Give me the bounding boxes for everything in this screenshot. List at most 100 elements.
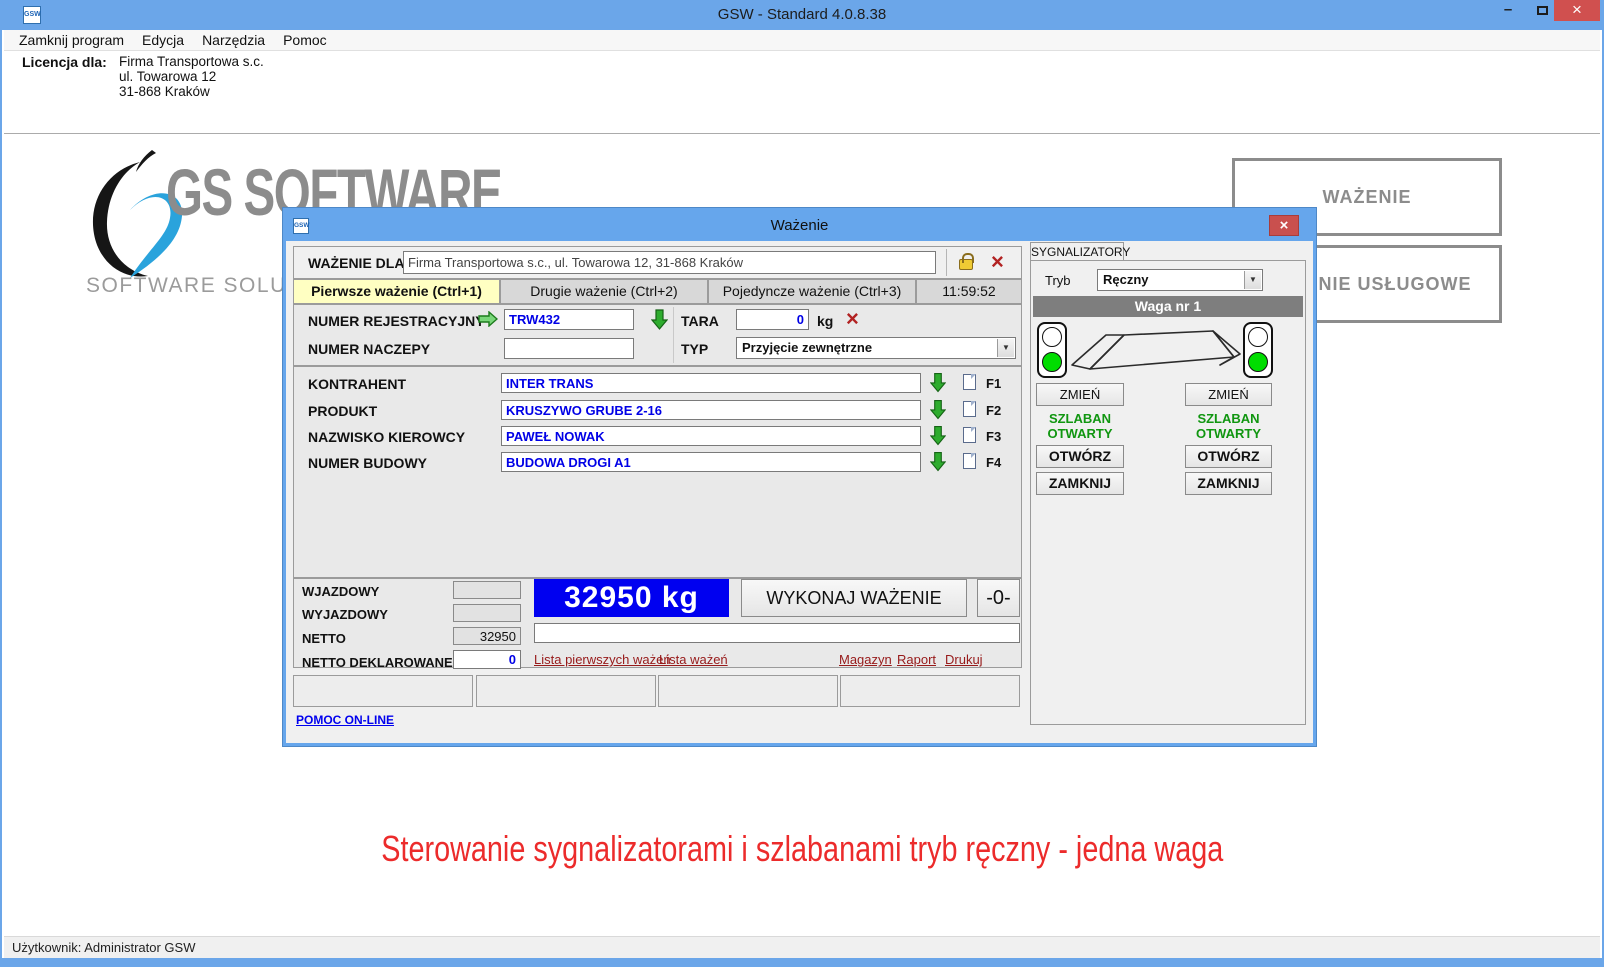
wyjazdowy-label: WYJAZDOWY: [302, 607, 388, 622]
wazenie-dla-label: WAŻENIE DLA: [308, 255, 404, 271]
typ-select[interactable]: Przyjęcie zewnętrzne ▼: [736, 337, 1016, 359]
tab-pierwsze-wazenie[interactable]: Pierwsze ważenie (Ctrl+1): [293, 279, 500, 304]
dialog-title-bar: GSW Ważenie ×: [286, 211, 1313, 241]
tab-drugie-wazenie[interactable]: Drugie ważenie (Ctrl+2): [500, 279, 708, 304]
wykonaj-wazenie-button[interactable]: WYKONAJ WAŻENIE: [741, 579, 967, 617]
weight-display: 32950 kg: [534, 579, 729, 617]
kontrahent-input[interactable]: [501, 373, 921, 393]
clock-display: 11:59:52: [916, 279, 1022, 304]
license-line-3: 31-868 Kraków: [119, 84, 264, 99]
tryb-label: Tryb: [1045, 273, 1071, 288]
title-bar: GSW GSW - Standard 4.0.8.38 – ×: [2, 0, 1602, 30]
arrow-right-icon: [478, 311, 498, 327]
magazyn-link[interactable]: Magazyn: [839, 652, 892, 667]
tara-unit: kg: [817, 313, 833, 329]
numer-budowy-input[interactable]: [501, 452, 921, 472]
wazenie-dla-input[interactable]: [403, 251, 936, 274]
numer-rejestracyjny-input[interactable]: [504, 309, 634, 330]
arrow-down-icon[interactable]: [930, 372, 946, 393]
otworz-button-left[interactable]: OTWÓRZ: [1036, 445, 1124, 468]
lista-pierwszych-wazen-link[interactable]: Lista pierwszych ważeń: [534, 652, 671, 667]
szlaban-status-line2: OTWARTY: [1185, 426, 1272, 441]
zamknij-button-right[interactable]: ZAMKNIJ: [1185, 472, 1272, 495]
maximize-icon: [1537, 6, 1548, 15]
green-light-on-icon: [1042, 352, 1062, 372]
tara-input[interactable]: [736, 309, 809, 330]
divider: [4, 133, 1600, 134]
clear-contractor-icon[interactable]: ×: [991, 252, 1004, 272]
tab-pojedyncze-wazenie[interactable]: Pojedyncze ważenie (Ctrl+3): [708, 279, 916, 304]
menu-edycja[interactable]: Edycja: [133, 32, 193, 48]
arrow-down-icon[interactable]: [651, 309, 668, 330]
wyjazdowy-value: [453, 604, 521, 622]
tryb-select[interactable]: Ręczny ▼: [1097, 269, 1263, 291]
comment-input[interactable]: [534, 623, 1020, 643]
red-light-off-icon: [1042, 327, 1062, 347]
separator: [946, 249, 947, 276]
raport-link[interactable]: Raport: [897, 652, 936, 667]
zero-button[interactable]: -0-: [977, 579, 1020, 617]
document-icon[interactable]: [963, 401, 976, 417]
fkey-label: F3: [986, 429, 1001, 444]
wazenie-dla-panel: WAŻENIE DLA ×: [293, 246, 1022, 279]
arrow-down-icon[interactable]: [930, 425, 946, 446]
weighbridge-graphic: [1069, 324, 1241, 378]
szlaban-status-line1: SZLABAN: [1185, 411, 1272, 426]
menu-narzedzia[interactable]: Narzędzia: [193, 32, 274, 48]
document-icon[interactable]: [963, 374, 976, 390]
drukuj-link[interactable]: Drukuj: [945, 652, 983, 667]
chevron-down-icon[interactable]: ▼: [1244, 271, 1261, 289]
registration-section: NUMER REJESTRACYJNY TARA kg × NUMER NACZ…: [293, 304, 1022, 366]
status-bar: Użytkownik: Administrator GSW: [4, 936, 1600, 958]
minimize-button[interactable]: –: [1492, 0, 1524, 21]
menu-bar: Zamknij program Edycja Narzędzia Pomoc: [4, 30, 1600, 51]
szlaban-status-line2: OTWARTY: [1036, 426, 1124, 441]
license-address: Firma Transportowa s.c. ul. Towarowa 12 …: [119, 54, 264, 99]
arrow-down-icon[interactable]: [930, 451, 946, 472]
tryb-value: Ręczny: [1103, 272, 1149, 287]
document-icon[interactable]: [963, 453, 976, 469]
arrow-down-icon[interactable]: [930, 399, 946, 420]
nazwisko-kierowcy-input[interactable]: [501, 426, 921, 446]
produkt-label: PRODUKT: [308, 403, 377, 419]
netto-deklarowane-input[interactable]: [453, 650, 521, 669]
lock-icon[interactable]: [959, 259, 973, 270]
zmien-button-right[interactable]: ZMIEŃ: [1185, 383, 1272, 406]
produkt-input[interactable]: [501, 400, 921, 420]
panel-wazenie-label: WAŻENIE: [1322, 187, 1411, 208]
netto-value: 32950: [453, 627, 521, 645]
zmien-button-left[interactable]: ZMIEŃ: [1036, 383, 1124, 406]
lista-wazen-link[interactable]: Lista ważeń: [659, 652, 728, 667]
pomoc-online-link[interactable]: POMOC ON-LINE: [296, 713, 394, 727]
red-light-off-icon: [1248, 327, 1268, 347]
status-box-2: [476, 675, 656, 707]
document-icon[interactable]: [963, 427, 976, 443]
nazwisko-kierowcy-label: NAZWISKO KIEROWCY: [308, 429, 465, 445]
fkey-label: F4: [986, 455, 1001, 470]
status-box-4: [840, 675, 1020, 707]
weights-section: WJAZDOWY WYJAZDOWY NETTO NETTO DEKLAROWA…: [293, 578, 1022, 668]
dialog-title: Ważenie: [286, 217, 1313, 234]
clear-tara-icon[interactable]: ×: [846, 309, 859, 329]
green-light-on-icon: [1248, 352, 1268, 372]
menu-zamknij-program[interactable]: Zamknij program: [10, 32, 133, 48]
dialog-close-button[interactable]: ×: [1269, 215, 1299, 236]
sygnalizatory-tab[interactable]: SYGNALIZATORY: [1030, 242, 1124, 261]
numer-naczepy-input[interactable]: [504, 338, 634, 359]
waga-header: Waga nr 1: [1033, 296, 1303, 317]
szlaban-status-left: SZLABAN OTWARTY: [1036, 411, 1124, 441]
window-title: GSW - Standard 4.0.8.38: [2, 6, 1602, 23]
chevron-down-icon[interactable]: ▼: [997, 339, 1014, 357]
wjazdowy-value: [453, 581, 521, 599]
netto-deklarowane-label: NETTO DEKLAROWANE: [302, 655, 453, 670]
license-line-2: ul. Towarowa 12: [119, 69, 264, 84]
sygnalizatory-panel: Tryb Ręczny ▼ Waga nr 1: [1030, 260, 1306, 725]
menu-pomoc[interactable]: Pomoc: [274, 32, 336, 48]
traffic-light-right: [1243, 322, 1273, 378]
otworz-button-right[interactable]: OTWÓRZ: [1185, 445, 1272, 468]
separator: [673, 307, 674, 363]
close-button[interactable]: ×: [1554, 0, 1600, 21]
zamknij-button-left[interactable]: ZAMKNIJ: [1036, 472, 1124, 495]
fkey-label: F2: [986, 403, 1001, 418]
caption-text: Sterowanie sygnalizatorami i szlabanami …: [381, 828, 1223, 870]
